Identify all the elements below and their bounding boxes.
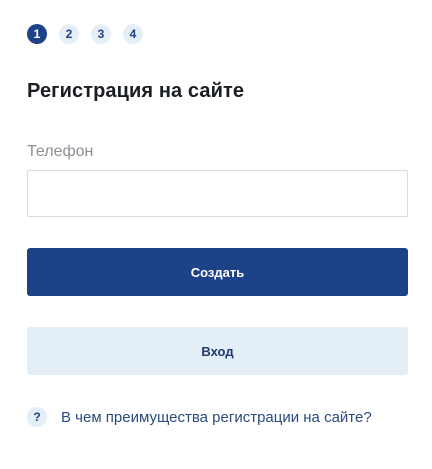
registration-benefits-link[interactable]: ? В чем преимущества регистрации на сайт…	[27, 407, 372, 427]
step-2[interactable]: 2	[59, 24, 79, 44]
question-icon: ?	[27, 407, 47, 427]
step-1[interactable]: 1	[27, 24, 47, 44]
page-title: Регистрация на сайте	[27, 80, 245, 102]
login-button[interactable]: Вход	[27, 327, 408, 375]
step-indicator: 1 2 3 4	[27, 24, 143, 44]
registration-benefits-text: В чем преимущества регистрации на сайте?	[61, 408, 372, 426]
step-3[interactable]: 3	[91, 24, 111, 44]
create-button[interactable]: Создать	[27, 248, 408, 296]
step-4[interactable]: 4	[123, 24, 143, 44]
phone-input[interactable]	[27, 170, 408, 217]
phone-label: Телефон	[27, 143, 94, 160]
